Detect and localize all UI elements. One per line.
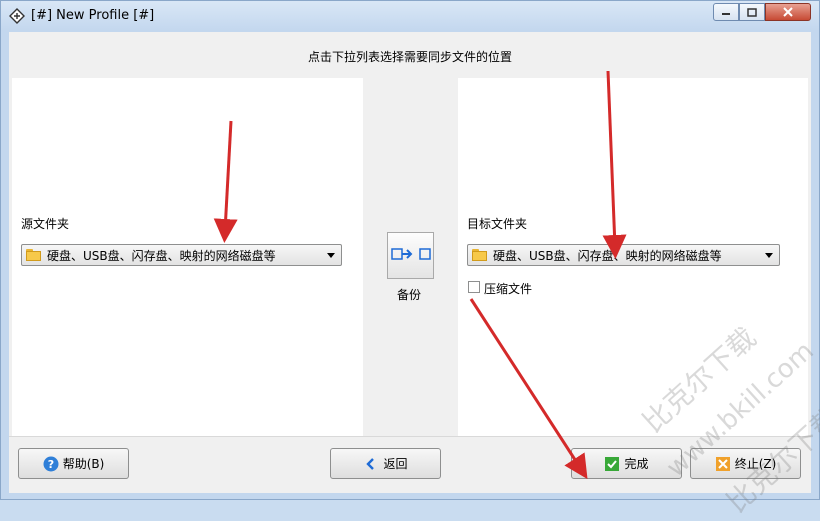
annotation-arrows xyxy=(213,70,627,480)
annotation-arrow-target xyxy=(602,70,627,259)
annotation-arrow-source xyxy=(213,120,238,243)
annotation-arrow-finish xyxy=(469,298,588,480)
wizard-window: [#] New Profile [#] 点击下拉列表选择需要同步文件的位置 源文… xyxy=(0,0,820,519)
